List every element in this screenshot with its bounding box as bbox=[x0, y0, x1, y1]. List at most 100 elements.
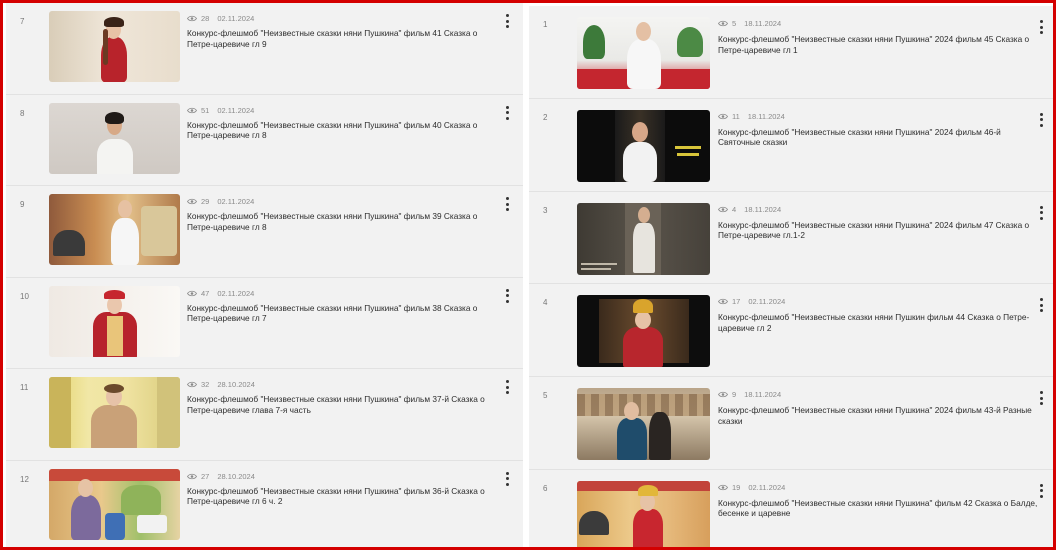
video-list-item[interactable]: 10 47 02.11.2024 Конкурс-флешмоб "Неизве… bbox=[6, 277, 523, 369]
video-thumbnail[interactable] bbox=[577, 202, 710, 275]
video-thumbnail[interactable] bbox=[49, 468, 180, 540]
item-number: 10 bbox=[20, 291, 29, 301]
view-count: 11 bbox=[732, 111, 740, 121]
eye-icon bbox=[187, 15, 197, 22]
eye-icon bbox=[187, 107, 197, 113]
view-count: 9 bbox=[732, 390, 737, 400]
eye-icon bbox=[718, 299, 728, 305]
video-list-item[interactable]: 9 29 02.11.2024 Конкурс-флешмоб "Неизвес… bbox=[6, 186, 523, 278]
more-options-icon[interactable] bbox=[503, 13, 511, 29]
eye-icon bbox=[187, 473, 197, 479]
video-list-left: 7 28 02.11.2024 Конкурс-флешмоб "Неизвес… bbox=[6, 3, 523, 547]
item-number: 6 bbox=[543, 483, 548, 493]
more-options-icon[interactable] bbox=[503, 288, 511, 304]
more-options-icon[interactable] bbox=[1037, 297, 1045, 313]
eye-icon bbox=[718, 113, 728, 119]
item-number: 5 bbox=[543, 391, 548, 401]
upload-date: 02.11.2024 bbox=[217, 105, 255, 115]
video-title[interactable]: Конкурс-флешмоб "Неизвестные сказки няни… bbox=[718, 312, 1038, 333]
video-list-item[interactable]: 3 4 18.11.2024 Конкурс-флешмоб "Неизвест… bbox=[529, 191, 1053, 285]
video-title[interactable]: Конкурс-флешмоб "Неизвестные сказки няни… bbox=[187, 486, 505, 507]
item-number: 11 bbox=[20, 383, 29, 392]
video-title[interactable]: Конкурс-флешмоб "Неизвестные сказки няни… bbox=[718, 220, 1038, 241]
upload-date: 18.11.2024 bbox=[744, 390, 782, 400]
view-count: 5 bbox=[732, 19, 737, 28]
item-number: 4 bbox=[543, 298, 548, 308]
view-count: 29 bbox=[201, 197, 210, 206]
upload-date: 02.11.2024 bbox=[217, 14, 255, 23]
video-meta: 4 18.11.2024 bbox=[718, 205, 781, 214]
video-list-item[interactable]: 11 32 28.10.2024 Конкурс-флешмоб "Неизве… bbox=[6, 369, 523, 461]
video-thumbnail[interactable] bbox=[577, 295, 710, 368]
view-count: 47 bbox=[201, 288, 210, 298]
view-count: 51 bbox=[201, 105, 210, 115]
video-meta: 29 02.11.2024 bbox=[187, 197, 254, 206]
video-thumbnail[interactable] bbox=[49, 377, 180, 448]
eye-icon bbox=[718, 392, 728, 398]
video-list-item[interactable]: 12 27 28.10.2024 Конкурс-флешмоб "Неизве… bbox=[6, 460, 523, 547]
eye-icon bbox=[718, 206, 728, 212]
video-meta: 28 02.11.2024 bbox=[187, 14, 254, 23]
video-list-item[interactable]: 6 19 02.11.2024 Конкурс-флешмоб "Неизвес… bbox=[529, 469, 1053, 547]
video-thumbnail[interactable] bbox=[577, 480, 710, 547]
video-thumbnail[interactable] bbox=[49, 194, 180, 265]
video-thumbnail[interactable] bbox=[49, 102, 180, 174]
video-meta: 32 28.10.2024 bbox=[187, 380, 255, 389]
video-meta: 5 18.11.2024 bbox=[718, 19, 781, 28]
video-list-item[interactable]: 5 9 18.11.2024 Конкурс-флешмоб "Неизвест… bbox=[529, 377, 1053, 470]
video-title[interactable]: Конкурс-флешмоб "Неизвестные сказки няни… bbox=[718, 498, 1038, 519]
screenshot-frame: 7 28 02.11.2024 Конкурс-флешмоб "Неизвес… bbox=[0, 0, 1056, 550]
video-list-item[interactable]: 1 5 18.11.2024 Конкурс-флешмоб "Неизвест… bbox=[529, 6, 1053, 99]
more-options-icon[interactable] bbox=[1037, 483, 1045, 499]
eye-icon bbox=[187, 198, 197, 205]
video-title[interactable]: Конкурс-флешмоб "Неизвестные сказки няни… bbox=[187, 211, 505, 232]
item-number: 9 bbox=[20, 200, 25, 209]
video-meta: 17 02.11.2024 bbox=[718, 297, 785, 306]
more-options-icon[interactable] bbox=[503, 196, 511, 212]
more-options-icon[interactable] bbox=[1037, 390, 1045, 406]
video-list-item[interactable]: 2 11 18.11.2024 Конкурс-флешмоб "Неизвес… bbox=[529, 98, 1053, 192]
video-thumbnail[interactable] bbox=[577, 109, 710, 182]
video-title[interactable]: Конкурс-флешмоб "Неизвестные сказки няни… bbox=[718, 405, 1038, 426]
item-number: 3 bbox=[543, 205, 548, 215]
video-title[interactable]: Конкурс-флешмоб "Неизвестные сказки няни… bbox=[718, 34, 1038, 55]
more-options-icon[interactable] bbox=[1037, 112, 1045, 128]
more-options-icon[interactable] bbox=[503, 471, 511, 487]
upload-date: 28.10.2024 bbox=[217, 380, 255, 389]
eye-icon bbox=[187, 381, 197, 388]
view-count: 27 bbox=[201, 471, 210, 481]
video-title[interactable]: Конкурс-флешмоб "Неизвестные сказки няни… bbox=[187, 394, 505, 415]
video-title[interactable]: Конкурс-флешмоб "Неизвестные сказки няни… bbox=[187, 303, 505, 324]
video-thumbnail[interactable] bbox=[49, 285, 180, 357]
more-options-icon[interactable] bbox=[503, 105, 511, 121]
video-list-item[interactable]: 4 17 02.11.2024 Конкурс-флешмоб "Неизвес… bbox=[529, 284, 1053, 378]
more-options-icon[interactable] bbox=[1037, 205, 1045, 221]
video-list-right: 1 5 18.11.2024 Конкурс-флешмоб "Неизвест… bbox=[529, 6, 1053, 547]
item-number: 7 bbox=[20, 17, 25, 26]
view-count: 4 bbox=[732, 204, 737, 214]
more-options-icon[interactable] bbox=[1037, 19, 1045, 35]
video-list-item[interactable]: 8 51 02.11.2024 Конкурс-флешмоб "Неизвес… bbox=[6, 94, 523, 186]
video-meta: 51 02.11.2024 bbox=[187, 106, 254, 115]
video-meta: 27 28.10.2024 bbox=[187, 472, 255, 481]
video-title[interactable]: Конкурс-флешмоб "Неизвестные сказки няни… bbox=[187, 28, 505, 49]
video-title[interactable]: Конкурс-флешмоб "Неизвестные сказки няни… bbox=[718, 127, 1038, 148]
video-list-item[interactable]: 7 28 02.11.2024 Конкурс-флешмоб "Неизвес… bbox=[6, 3, 523, 95]
upload-date: 18.11.2024 bbox=[744, 204, 782, 214]
upload-date: 02.11.2024 bbox=[748, 297, 786, 307]
video-thumbnail[interactable] bbox=[577, 17, 710, 89]
upload-date: 02.11.2024 bbox=[748, 482, 786, 492]
video-meta: 47 02.11.2024 bbox=[187, 289, 254, 298]
upload-date: 02.11.2024 bbox=[217, 197, 255, 206]
eye-icon bbox=[187, 290, 197, 296]
upload-date: 02.11.2024 bbox=[217, 288, 255, 298]
eye-icon bbox=[718, 20, 728, 27]
view-count: 32 bbox=[201, 380, 210, 389]
video-thumbnail[interactable] bbox=[49, 11, 180, 82]
more-options-icon[interactable] bbox=[503, 379, 511, 395]
upload-date: 18.11.2024 bbox=[744, 19, 782, 28]
video-title[interactable]: Конкурс-флешмоб "Неизвестные сказки няни… bbox=[187, 120, 505, 141]
item-number: 1 bbox=[543, 20, 548, 29]
video-thumbnail[interactable] bbox=[577, 388, 710, 461]
view-count: 28 bbox=[201, 14, 210, 23]
